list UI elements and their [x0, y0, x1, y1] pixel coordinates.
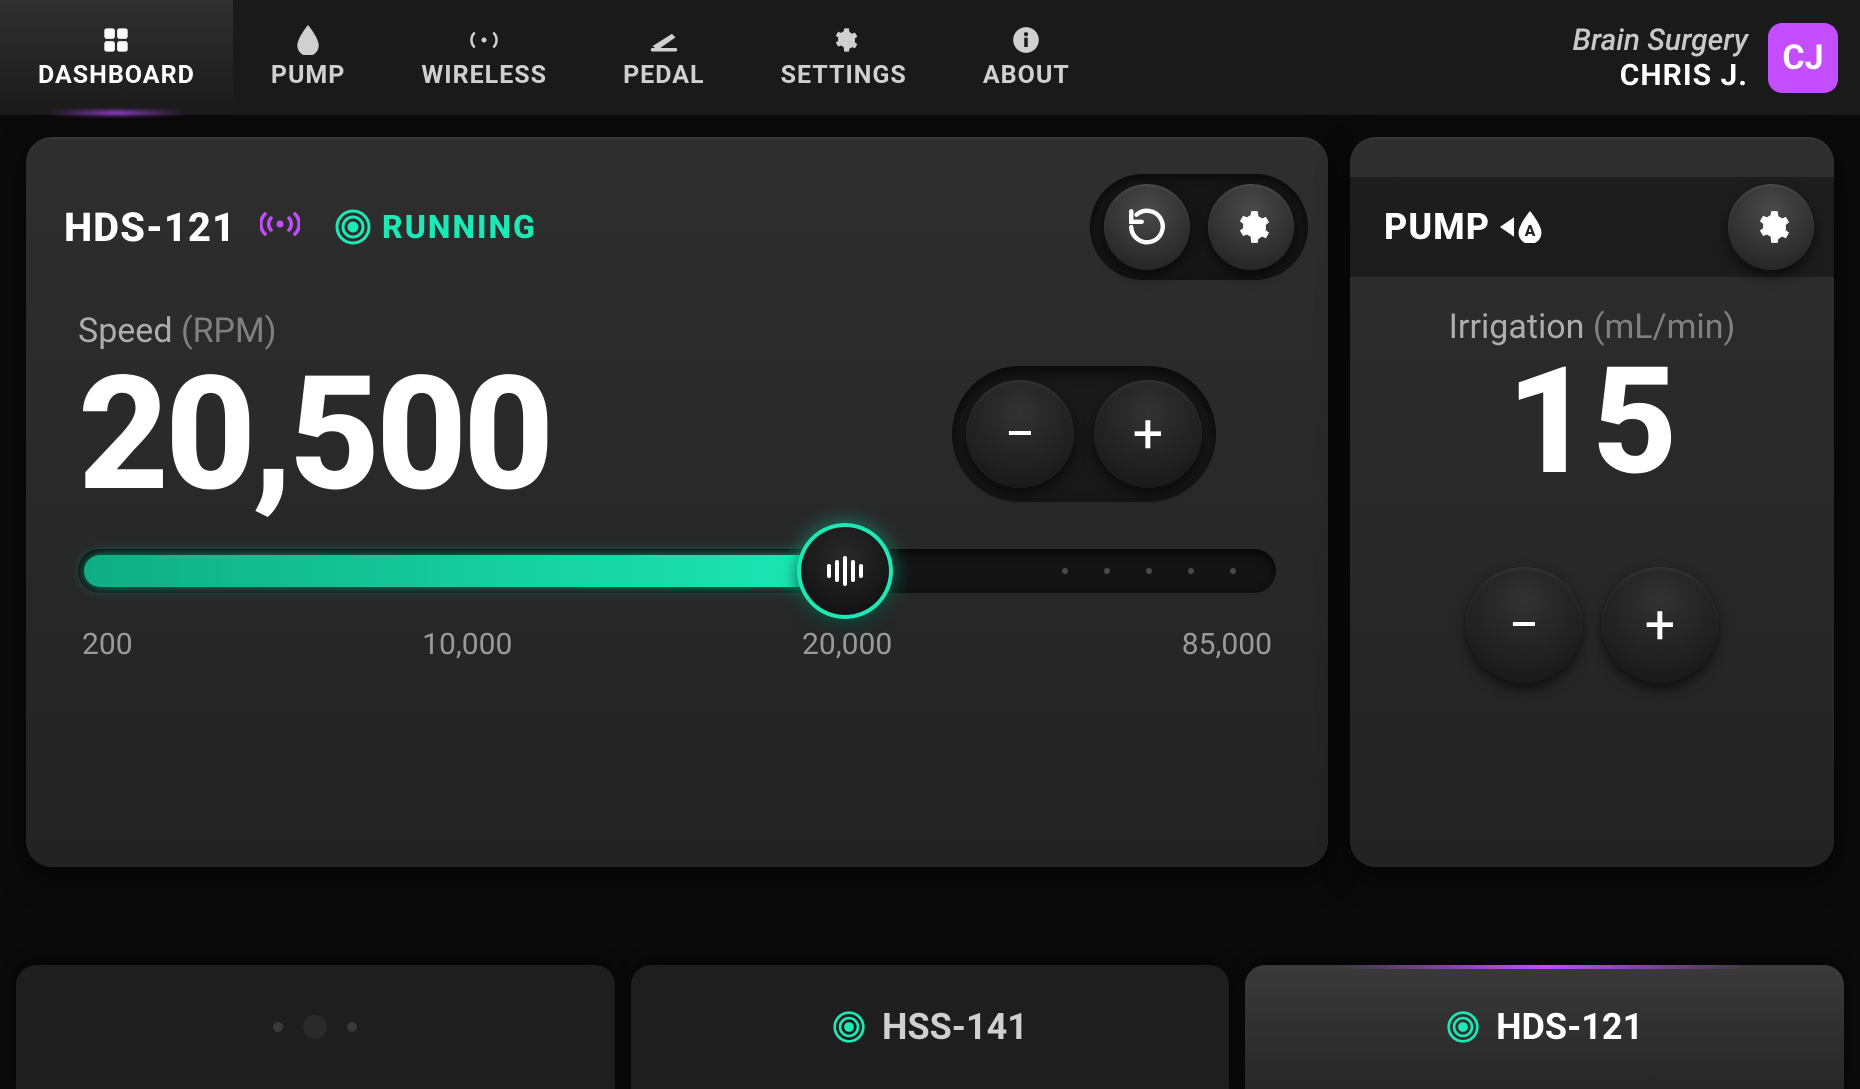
- wireless-icon: [260, 209, 300, 246]
- target-icon: [1446, 1010, 1480, 1044]
- tab-pump[interactable]: PUMP: [233, 0, 384, 115]
- bottom-tab-more[interactable]: [16, 965, 615, 1089]
- user-name: CHRIS J.: [1572, 58, 1748, 93]
- motor-settings-button[interactable]: [1208, 184, 1294, 270]
- speed-value: 20,500: [78, 355, 550, 513]
- slider-thumb[interactable]: [797, 523, 893, 619]
- user-profile[interactable]: Brain Surgery CHRIS J. CJ: [1572, 23, 1838, 93]
- nav-tab-label: WIRELESS: [421, 61, 547, 90]
- nav-tab-label: PUMP: [271, 61, 346, 90]
- droplet-icon: [293, 25, 323, 55]
- pump-increase-button[interactable]: +: [1602, 567, 1718, 683]
- bottom-tab-label: HSS-141: [882, 1006, 1028, 1048]
- grid-icon: [101, 25, 131, 55]
- slider-ticks: 200 10,000 20,000 85,000: [78, 593, 1276, 662]
- tab-wireless[interactable]: WIRELESS: [383, 0, 585, 115]
- tab-pedal[interactable]: PEDAL: [585, 0, 743, 115]
- info-icon: [1011, 25, 1041, 55]
- procedure-title: Brain Surgery: [1572, 23, 1748, 58]
- tab-settings[interactable]: SETTINGS: [743, 0, 945, 115]
- pump-value: 15: [1370, 349, 1814, 497]
- target-icon: [832, 1010, 866, 1044]
- more-icon: [273, 1015, 357, 1039]
- direction-button[interactable]: [1104, 184, 1190, 270]
- speed-slider[interactable]: [78, 549, 1276, 593]
- motor-panel: HDS-121 RUNNING: [26, 137, 1328, 867]
- gear-icon: [829, 25, 859, 55]
- tab-about[interactable]: ABOUT: [945, 0, 1108, 115]
- device-name: HDS-121: [64, 204, 236, 251]
- bottom-tab-label: HDS-121: [1496, 1006, 1643, 1048]
- speed-increase-button[interactable]: +: [1094, 380, 1202, 488]
- bottom-tab-hss141[interactable]: HSS-141: [631, 965, 1230, 1089]
- nav-tab-label: ABOUT: [983, 61, 1070, 90]
- pump-panel: PUMP A Irrigation (mL/min) 15 − +: [1350, 137, 1834, 867]
- pump-direction-icon: A: [1500, 211, 1544, 243]
- nav-tab-label: SETTINGS: [781, 61, 907, 90]
- avatar[interactable]: CJ: [1768, 23, 1838, 93]
- nav-tab-label: DASHBOARD: [38, 61, 195, 90]
- svg-text:A: A: [1525, 221, 1536, 240]
- tab-dashboard[interactable]: DASHBOARD: [0, 0, 233, 115]
- pedal-icon: [649, 25, 679, 55]
- status-text: RUNNING: [382, 208, 537, 246]
- speed-decrease-button[interactable]: −: [966, 380, 1074, 488]
- nav-tab-label: PEDAL: [623, 61, 705, 90]
- top-nav: DASHBOARD PUMP WIRELESS PEDAL: [0, 0, 1860, 115]
- target-icon: [334, 208, 372, 246]
- bottom-tab-hds121[interactable]: HDS-121: [1245, 965, 1844, 1089]
- pump-settings-button[interactable]: [1728, 184, 1814, 270]
- pump-decrease-button[interactable]: −: [1466, 567, 1582, 683]
- wireless-icon: [469, 25, 499, 55]
- pump-title: PUMP: [1384, 206, 1490, 248]
